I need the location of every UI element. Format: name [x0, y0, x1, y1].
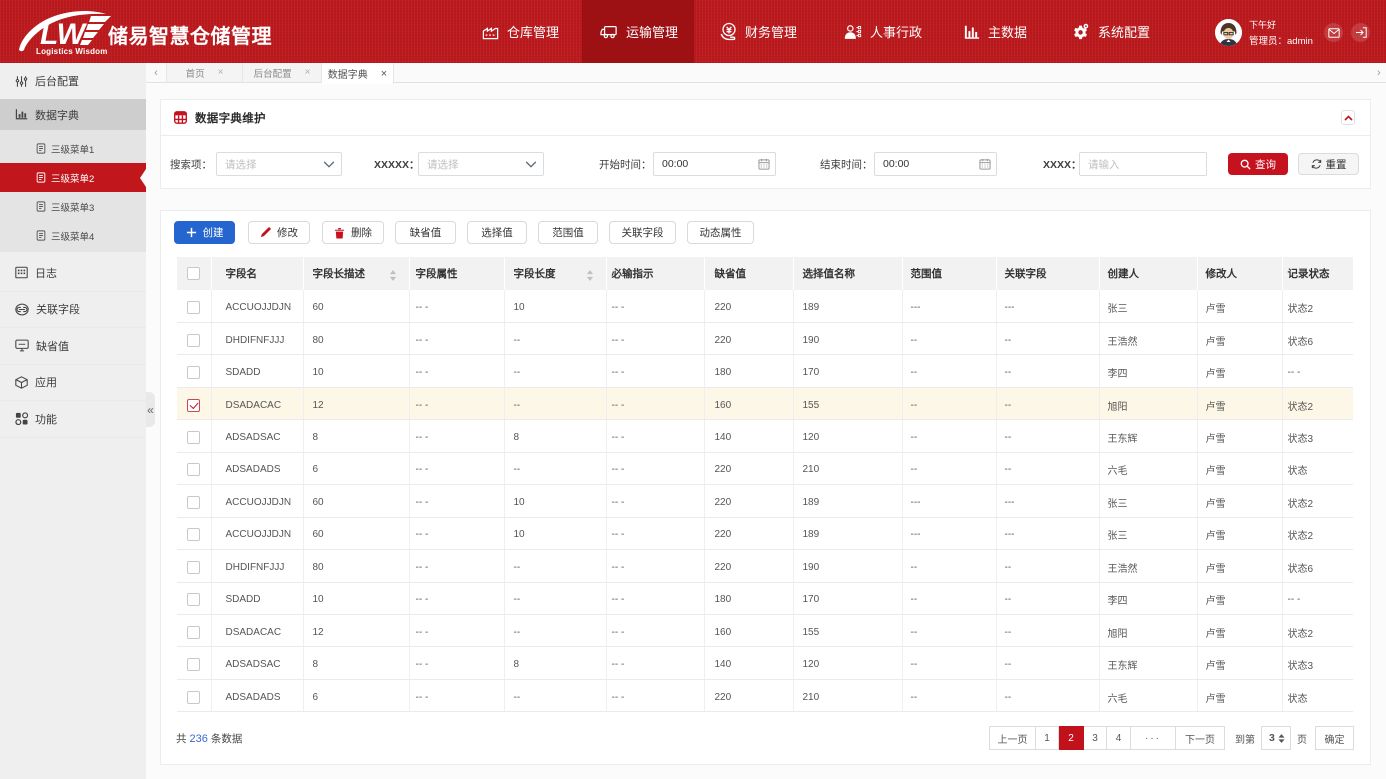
svg-text:Logistics Wisdom: Logistics Wisdom	[36, 47, 108, 56]
